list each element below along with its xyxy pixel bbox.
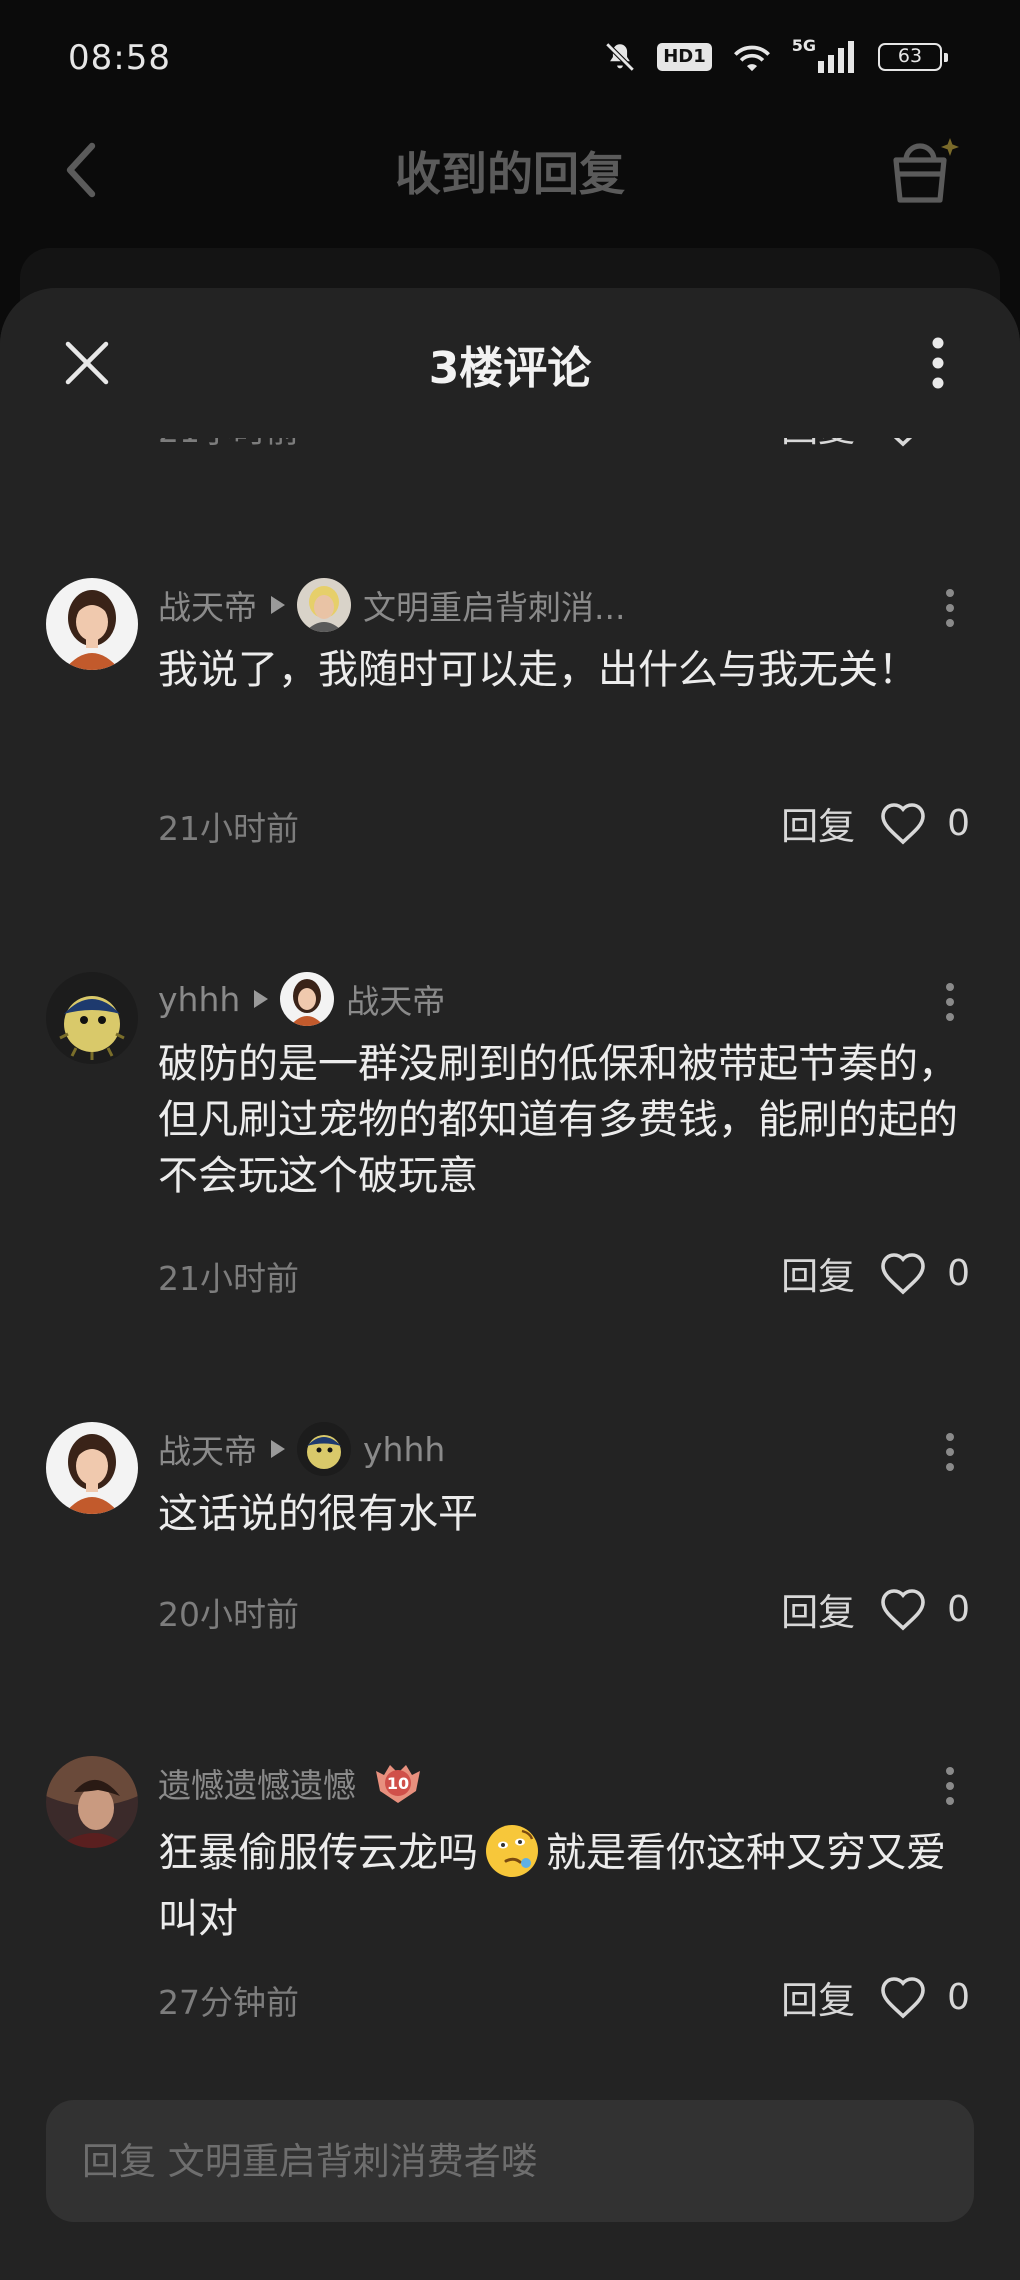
level-badge-text: 10 [387,1774,409,1793]
comment-thread-sheet: 3楼评论 21小时前 回复 0 [0,288,1020,2280]
thinking-emoji-icon [486,1825,538,1877]
reply-to-avatar[interactable] [297,578,351,632]
like-count: 0 [947,1588,970,1630]
comment-item: 遗憾遗憾遗憾 10 狂暴偷服传云龙吗 就是看你这种又穷又爱叫对 27分钟前 回复 [0,1756,1020,2056]
bell-off-icon [605,42,635,72]
author-line: yhhh 战天帝 [158,972,445,1026]
comment-time: 27分钟前 [158,1983,299,2022]
status-icons: HD1 5G 63 [603,36,948,74]
comment-content: 狂暴偷服传云龙吗 就是看你这种又穷又爱叫对 [158,1820,978,1952]
background-page-header: 收到的回复 [0,110,1020,230]
author-line: 遗憾遗憾遗憾 10 [158,1760,426,1806]
reply-to-name[interactable]: 战天帝 [346,975,445,1023]
status-bar: 08:58 HD1 5G 63 [0,0,1020,110]
author-name[interactable]: 战天帝 [158,581,257,629]
comment-time: 21小时前 [158,809,299,848]
sheet-title: 3楼评论 [428,343,592,394]
like-count: 0 [947,1976,970,2018]
comment-item: 战天帝 yhhh 这话说的很有水平 20小时前 回复 0 [0,1422,1020,1672]
avatar[interactable] [46,1756,138,1848]
more-vertical-icon[interactable] [944,982,956,1022]
heart-outline-icon[interactable] [879,1587,927,1631]
more-vertical-icon[interactable] [926,336,950,390]
network-type: 5G [791,35,816,55]
avatar[interactable] [46,1422,138,1514]
comment-item: 战天帝 文明重启背刺消... 我说了，我随时可以走，出什么与我无关！ 21小时前… [0,578,1020,878]
reply-button[interactable]: 回复 [781,1582,855,1636]
author-name[interactable]: 战天帝 [158,1425,257,1473]
heart-outline-icon[interactable] [879,1975,927,2019]
comment-actions: 回复 0 [781,1970,970,2024]
wifi-icon [733,45,770,72]
level-badge-icon: 10 [376,1765,420,1803]
like-count: 0 [947,1252,970,1294]
battery-indicator: 63 [878,43,948,71]
page-title: 收到的回复 [395,147,625,201]
comment-actions: 回复 0 [781,796,970,850]
comment-content: 我说了，我随时可以走，出什么与我无关！ [158,647,918,693]
reply-to-arrow [271,1440,285,1458]
comment-actions: 回复 0 [781,1582,970,1636]
status-time: 08:58 [68,38,171,78]
comment-time: 20小时前 [158,1595,299,1634]
comment-content: 破防的是一群没刷到的低保和被带起节奏的，但凡刷过宠物的都知道有多费钱，能刷的起的… [158,1041,958,1199]
comment-actions: 回复 0 [781,1246,970,1300]
author-line: 战天帝 文明重启背刺消... [158,578,625,632]
more-vertical-icon[interactable] [944,1432,956,1472]
author-name[interactable]: 遗憾遗憾遗憾 [158,1759,356,1807]
reply-to-name[interactable]: 文明重启背刺消... [363,581,625,629]
gift-basket-icon[interactable] [884,132,964,212]
like-count: 0 [947,802,970,844]
heart-outline-icon[interactable] [879,801,927,845]
comment-item: yhhh 战天帝 破防的是一群没刷到的低保和被带起节奏的，但凡刷过宠物的都知道有… [0,972,1020,1332]
heart-outline-icon[interactable] [879,1251,927,1295]
sheet-header: 3楼评论 [0,288,1020,438]
reply-button[interactable]: 回复 [781,1970,855,2024]
more-vertical-icon[interactable] [944,588,956,628]
reply-input[interactable] [46,2100,974,2222]
author-name[interactable]: yhhh [158,980,240,1019]
reply-to-name[interactable]: yhhh [363,1430,445,1469]
hd-voice-badge: HD1 [657,43,712,71]
author-line: 战天帝 yhhh [158,1422,445,1476]
signal-icon [818,41,854,73]
comment-text-part: 狂暴偷服传云龙吗 [158,1830,478,1876]
comment-content: 这话说的很有水平 [158,1491,478,1537]
reply-input-bar [46,2100,974,2222]
reply-button[interactable]: 回复 [781,796,855,850]
comment-time: 21小时前 [158,1259,299,1298]
reply-to-avatar[interactable] [280,972,335,1026]
reply-to-arrow [254,990,269,1008]
avatar[interactable] [46,972,138,1064]
avatar[interactable] [46,578,138,670]
reply-to-arrow [271,596,285,614]
more-vertical-icon[interactable] [944,1766,956,1806]
reply-button[interactable]: 回复 [781,1246,855,1300]
reply-to-avatar[interactable] [297,1422,351,1476]
